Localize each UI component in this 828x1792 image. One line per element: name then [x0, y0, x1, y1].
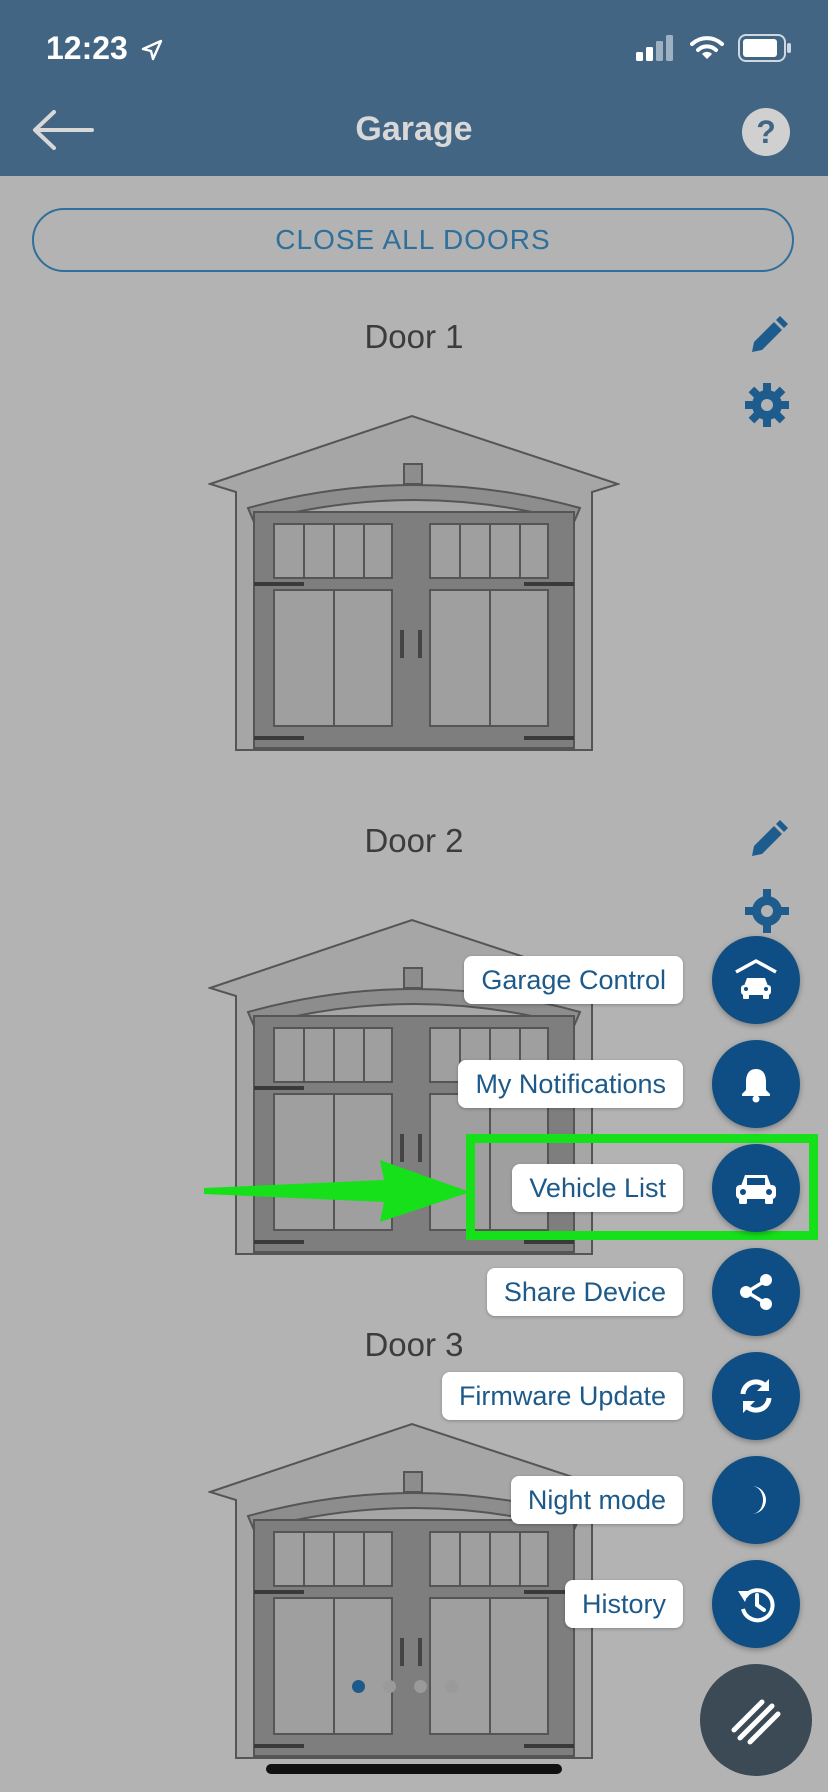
- fab-label-my-notifications[interactable]: My Notifications: [458, 1060, 683, 1108]
- fab-notifications-button[interactable]: [712, 1040, 800, 1128]
- help-button[interactable]: ?: [742, 108, 790, 156]
- fab-share-device-button[interactable]: [712, 1248, 800, 1336]
- history-icon: [738, 1588, 775, 1623]
- close-all-doors-button[interactable]: CLOSE ALL DOORS: [32, 208, 794, 272]
- edit-pencil-icon[interactable]: [744, 818, 790, 864]
- signal-icon: [636, 35, 673, 61]
- fab-menu-toggle-button[interactable]: [700, 1664, 812, 1776]
- fab-label-history[interactable]: History: [564, 1580, 683, 1628]
- page-dot[interactable]: [383, 1680, 396, 1693]
- fab-garage-control-button[interactable]: [712, 936, 800, 1024]
- door-title: Door 2: [364, 822, 464, 859]
- share-icon: [740, 1274, 772, 1310]
- fab-label-firmware-update[interactable]: Firmware Update: [441, 1372, 683, 1420]
- fab-label-share-device[interactable]: Share Device: [486, 1268, 683, 1316]
- home-indicator[interactable]: [266, 1764, 562, 1774]
- wifi-icon: [690, 36, 724, 59]
- door-title: Door 1: [364, 318, 464, 355]
- car-icon: [736, 1175, 776, 1204]
- status-time: 12:23: [46, 30, 128, 66]
- fab-vehicle-list-button[interactable]: [712, 1144, 800, 1232]
- bell-icon: [742, 1069, 770, 1103]
- location-arrow-icon: [141, 39, 163, 61]
- fab-label-vehicle-list[interactable]: Vehicle List: [512, 1164, 683, 1212]
- page-dot[interactable]: [352, 1680, 365, 1693]
- edit-pencil-icon[interactable]: [744, 314, 790, 360]
- fab-night-mode-button[interactable]: [712, 1456, 800, 1544]
- settings-gear-icon[interactable]: [744, 888, 790, 934]
- refresh-icon: [740, 1379, 772, 1413]
- status-icons: [636, 34, 792, 62]
- page-dot[interactable]: [414, 1680, 427, 1693]
- fab-label-garage-control[interactable]: Garage Control: [464, 956, 683, 1004]
- garage-door-illustration[interactable]: [208, 412, 620, 752]
- fab-label-night-mode[interactable]: Night mode: [510, 1476, 683, 1524]
- page-title: Garage: [355, 110, 473, 148]
- moon-icon: [752, 1486, 766, 1514]
- settings-gear-icon[interactable]: [744, 382, 790, 428]
- door-title: Door 3: [364, 1326, 464, 1363]
- annotation-arrow: [204, 1160, 470, 1222]
- fab-firmware-update-button[interactable]: [712, 1352, 800, 1440]
- page-indicator: [352, 1680, 458, 1693]
- fab-history-button[interactable]: [712, 1560, 800, 1648]
- battery-icon: [738, 34, 791, 62]
- menu-stripes-icon: [731, 1699, 781, 1745]
- top-bar: 12:23 Garage ?: [0, 0, 828, 176]
- page-dot[interactable]: [445, 1680, 458, 1693]
- garage-car-icon: [735, 959, 777, 999]
- garage-door-illustration[interactable]: [208, 1420, 620, 1760]
